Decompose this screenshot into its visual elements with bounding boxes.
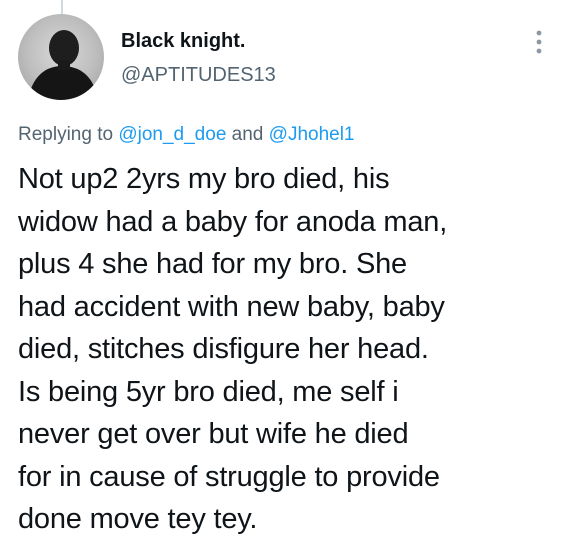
- tweet-text-line: Is being 5yr bro died, me self i: [18, 375, 399, 408]
- tweet-text-line: plus 4 she had for my bro. She: [18, 248, 407, 280]
- author-handle[interactable]: @APTITUDES13: [121, 64, 276, 87]
- tweet-text-line: Not up2 2yrs my bro died, his: [18, 163, 390, 195]
- avatar[interactable]: [18, 14, 104, 100]
- mention-link-jhohel1[interactable]: @Jhohel1: [269, 124, 355, 145]
- tweet-body: Not up2 2yrs my bro died, his widow had …: [18, 158, 558, 541]
- mention-link-jon-d-doe[interactable]: @jon_d_doe: [118, 124, 226, 145]
- tweet-text-line: never get over but wife he died: [18, 418, 409, 450]
- tweet-text-line: for in cause of struggle to provide: [18, 460, 440, 493]
- tweet-text-line: died, stitches disfigure her head.: [18, 333, 429, 365]
- tweet-text-line: had accident with new baby, baby: [18, 290, 445, 323]
- replying-to-line: Replying to @jon_d_doe and @Jhohel1: [18, 124, 355, 146]
- replying-to-prefix: Replying to: [18, 124, 114, 145]
- vertical-ellipsis-icon[interactable]: [530, 28, 548, 56]
- author-display-name[interactable]: Black knight.: [121, 30, 245, 53]
- tweet-text-line: widow had a baby for anoda man,: [18, 205, 448, 238]
- tweet-text-line: done move tey tey.: [18, 503, 258, 535]
- replying-to-connector: and: [231, 124, 264, 145]
- user-avatar-icon: [28, 30, 98, 100]
- thread-connector-line: [61, 0, 63, 14]
